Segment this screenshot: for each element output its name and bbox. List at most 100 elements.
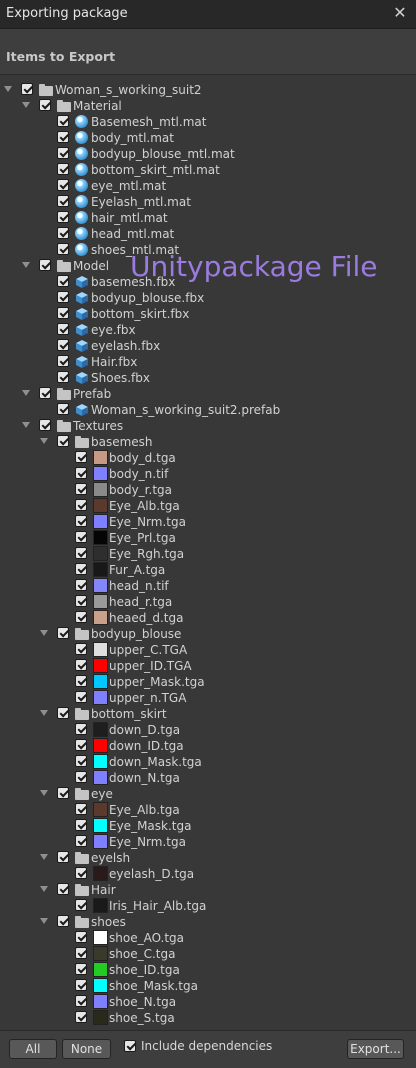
- tree-folder-row[interactable]: Textures: [0, 418, 410, 434]
- include-checkbox[interactable]: [57, 787, 69, 799]
- foldout-arrow-icon[interactable]: [40, 710, 48, 716]
- tree-item-row[interactable]: shoe_Mask.tga: [0, 978, 410, 994]
- include-checkbox[interactable]: [75, 531, 87, 543]
- include-checkbox[interactable]: [75, 611, 87, 623]
- include-checkbox[interactable]: [39, 259, 51, 271]
- tree-item-row[interactable]: down_D.tga: [0, 722, 410, 738]
- foldout-arrow-icon[interactable]: [40, 886, 48, 892]
- include-checkbox[interactable]: [75, 499, 87, 511]
- include-checkbox[interactable]: [57, 291, 69, 303]
- tree-folder-row[interactable]: bodyup_blouse: [0, 626, 410, 642]
- include-checkbox[interactable]: [75, 835, 87, 847]
- include-checkbox[interactable]: [75, 691, 87, 703]
- include-checkbox[interactable]: [75, 931, 87, 943]
- include-checkbox[interactable]: [57, 227, 69, 239]
- include-checkbox[interactable]: [39, 99, 51, 111]
- tree-item-row[interactable]: shoe_ID.tga: [0, 962, 410, 978]
- tree-item-row[interactable]: shoe_C.tga: [0, 946, 410, 962]
- tree-item-row[interactable]: shoe_N.tga: [0, 994, 410, 1010]
- tree-item-row[interactable]: basemesh.fbx: [0, 274, 410, 290]
- tree-folder-row[interactable]: bottom_skirt: [0, 706, 410, 722]
- foldout-arrow-icon[interactable]: [22, 102, 30, 108]
- tree-item-row[interactable]: Woman_s_working_suit2.prefab: [0, 402, 410, 418]
- include-checkbox[interactable]: [39, 419, 51, 431]
- include-checkbox[interactable]: [57, 275, 69, 287]
- foldout-arrow-icon[interactable]: [22, 390, 30, 396]
- include-checkbox[interactable]: [39, 387, 51, 399]
- tree-item-row[interactable]: Fur_A.tga: [0, 562, 410, 578]
- foldout-arrow-icon[interactable]: [40, 438, 48, 444]
- include-checkbox[interactable]: [57, 435, 69, 447]
- tree-item-row[interactable]: body_d.tga: [0, 450, 410, 466]
- foldout-arrow-icon[interactable]: [4, 86, 12, 92]
- tree-folder-row[interactable]: shoes: [0, 914, 410, 930]
- tree-item-row[interactable]: body_r.tga: [0, 482, 410, 498]
- tree-item-row[interactable]: upper_C.TGA: [0, 642, 410, 658]
- include-checkbox[interactable]: [75, 483, 87, 495]
- include-checkbox[interactable]: [57, 355, 69, 367]
- include-checkbox[interactable]: [57, 179, 69, 191]
- tree-item-row[interactable]: shoes_mtl.mat: [0, 242, 410, 258]
- tree-item-row[interactable]: Hair.fbx: [0, 354, 410, 370]
- include-checkbox[interactable]: [57, 211, 69, 223]
- tree-item-row[interactable]: Iris_Hair_Alb.tga: [0, 898, 410, 914]
- tree-folder-row[interactable]: Hair: [0, 882, 410, 898]
- tree-item-row[interactable]: hair_mtl.mat: [0, 210, 410, 226]
- include-checkbox[interactable]: [57, 371, 69, 383]
- tree-item-row[interactable]: down_ID.tga: [0, 738, 410, 754]
- foldout-arrow-icon[interactable]: [40, 790, 48, 796]
- include-checkbox[interactable]: [57, 707, 69, 719]
- include-checkbox[interactable]: [57, 243, 69, 255]
- include-checkbox[interactable]: [57, 883, 69, 895]
- tree-item-row[interactable]: shoe_S.tga: [0, 1010, 410, 1026]
- tree-item-row[interactable]: upper_ID.TGA: [0, 658, 410, 674]
- tree-item-row[interactable]: Eyelash_mtl.mat: [0, 194, 410, 210]
- tree-item-row[interactable]: Eye_Prl.tga: [0, 530, 410, 546]
- include-checkbox[interactable]: [75, 995, 87, 1007]
- foldout-arrow-icon[interactable]: [40, 630, 48, 636]
- tree-item-row[interactable]: eyelash.fbx: [0, 338, 410, 354]
- close-icon[interactable]: ✕: [392, 5, 408, 21]
- include-checkbox[interactable]: [75, 563, 87, 575]
- foldout-arrow-icon[interactable]: [22, 422, 30, 428]
- tree-folder-row[interactable]: basemesh: [0, 434, 410, 450]
- tree-item-row[interactable]: down_N.tga: [0, 770, 410, 786]
- tree-item-row[interactable]: head_n.tif: [0, 578, 410, 594]
- tree-item-row[interactable]: Eye_Nrm.tga: [0, 834, 410, 850]
- tree-item-row[interactable]: upper_Mask.tga: [0, 674, 410, 690]
- tree-item-row[interactable]: heaed_d.tga: [0, 610, 410, 626]
- foldout-arrow-icon[interactable]: [40, 918, 48, 924]
- tree-item-row[interactable]: Eye_Alb.tga: [0, 802, 410, 818]
- include-checkbox[interactable]: [75, 547, 87, 559]
- tree-item-row[interactable]: Shoes.fbx: [0, 370, 410, 386]
- tree-folder-row[interactable]: Material: [0, 98, 410, 114]
- include-checkbox[interactable]: [75, 899, 87, 911]
- include-checkbox[interactable]: [75, 963, 87, 975]
- tree-item-row[interactable]: body_mtl.mat: [0, 130, 410, 146]
- tree-item-row[interactable]: Eye_Alb.tga: [0, 498, 410, 514]
- tree-item-row[interactable]: Eye_Mask.tga: [0, 818, 410, 834]
- foldout-arrow-icon[interactable]: [40, 854, 48, 860]
- tree-item-row[interactable]: shoe_AO.tga: [0, 930, 410, 946]
- include-checkbox[interactable]: [75, 947, 87, 959]
- include-checkbox[interactable]: [57, 851, 69, 863]
- include-checkbox[interactable]: [57, 147, 69, 159]
- tree-folder-row[interactable]: eye: [0, 786, 410, 802]
- include-checkbox[interactable]: [75, 659, 87, 671]
- tree-item-row[interactable]: upper_n.TGA: [0, 690, 410, 706]
- include-checkbox[interactable]: [57, 915, 69, 927]
- include-checkbox[interactable]: [75, 643, 87, 655]
- include-checkbox[interactable]: [75, 723, 87, 735]
- include-checkbox[interactable]: [57, 131, 69, 143]
- include-checkbox[interactable]: [75, 819, 87, 831]
- tree-item-row[interactable]: eye.fbx: [0, 322, 410, 338]
- include-checkbox[interactable]: [57, 403, 69, 415]
- tree-item-row[interactable]: Basemesh_mtl.mat: [0, 114, 410, 130]
- tree-item-row[interactable]: bottom_skirt_mtl.mat: [0, 162, 410, 178]
- tree-item-row[interactable]: eye_mtl.mat: [0, 178, 410, 194]
- tree-item-row[interactable]: head_mtl.mat: [0, 226, 410, 242]
- tree-item-row[interactable]: Eye_Nrm.tga: [0, 514, 410, 530]
- include-dependencies-checkbox[interactable]: [124, 1040, 136, 1052]
- include-checkbox[interactable]: [75, 1011, 87, 1023]
- tree-folder-row[interactable]: Prefab: [0, 386, 410, 402]
